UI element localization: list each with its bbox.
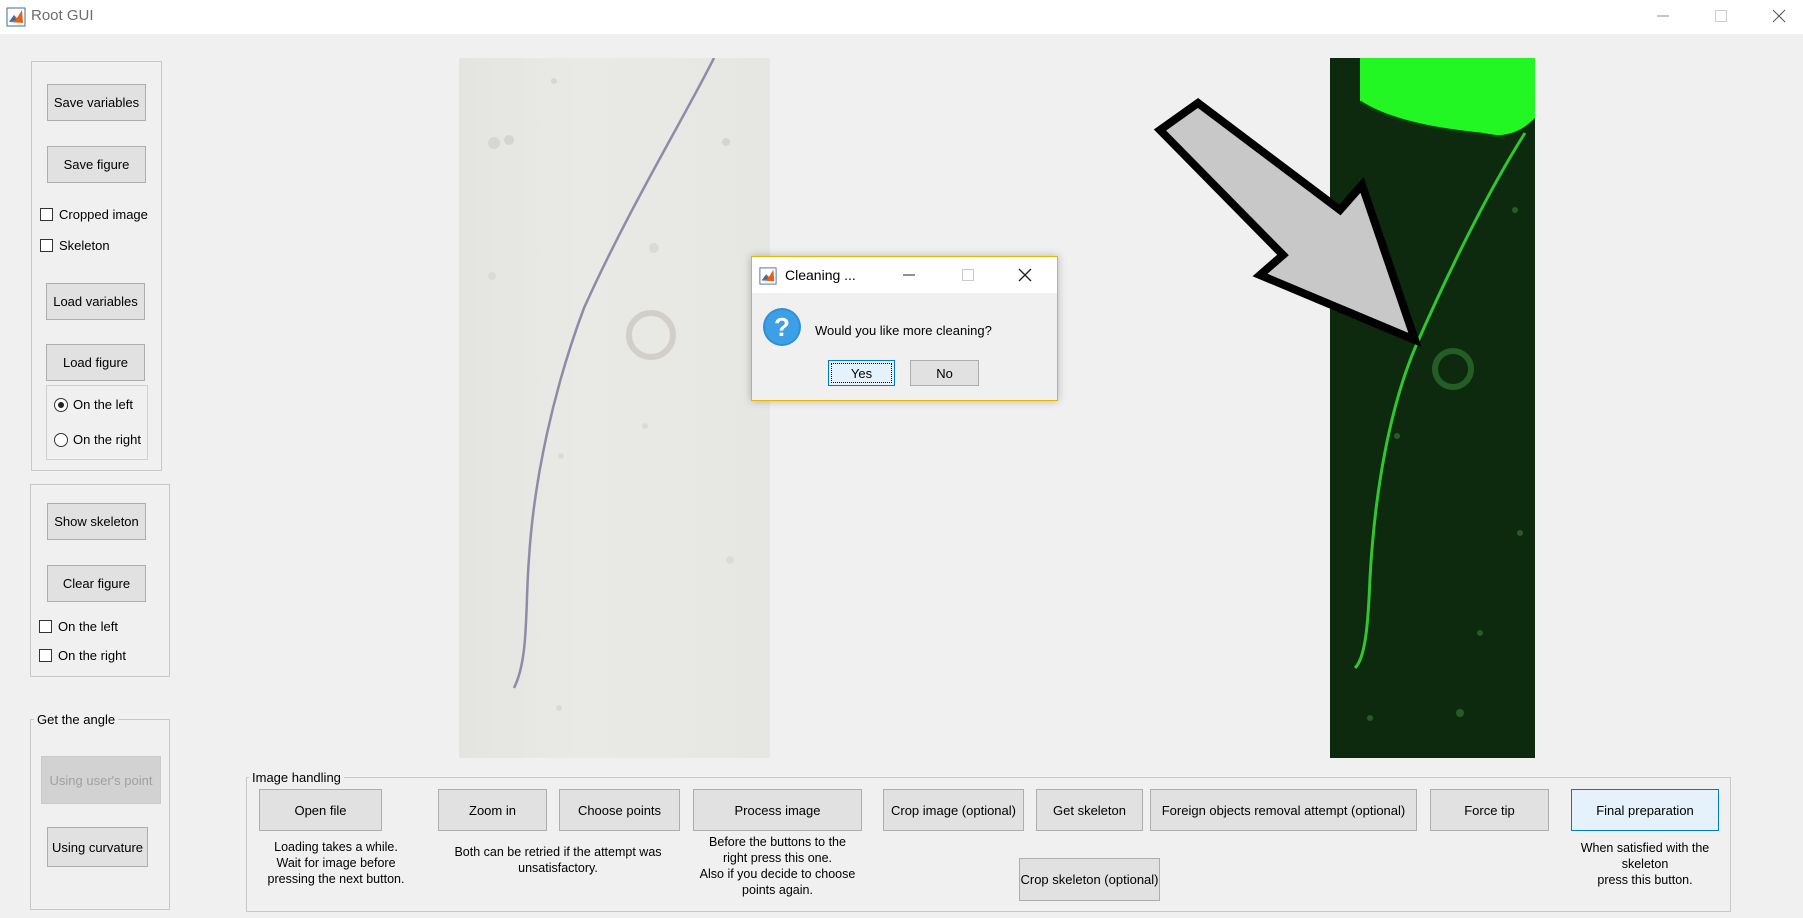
load-on-left-radio[interactable]: On the left [54,397,133,412]
title-bar: Root GUI [0,0,1803,34]
open-file-caption: Loading takes a while. Wait for image be… [267,840,405,886]
load-on-right-radio[interactable]: On the right [54,432,141,447]
checkbox-box[interactable] [39,649,52,662]
yes-button[interactable]: Yes [828,360,895,386]
svg-text:?: ? [774,312,790,342]
get-skeleton-button[interactable]: Get skeleton [1036,789,1143,831]
final-preparation-button[interactable]: Final preparation [1571,789,1719,831]
show-skeleton-button[interactable]: Show skeleton [47,503,146,540]
angle-panel [30,719,170,910]
root-photo [488,57,734,711]
load-variables-button[interactable]: Load variables [46,283,145,320]
angle-panel-title: Get the angle [34,712,119,727]
on-left-label: On the left [73,397,133,412]
maximize-button[interactable] [1692,0,1750,32]
dialog-title: Cleaning ... [785,267,856,283]
final-caption: When satisfied with the skeleton press t… [1580,841,1710,887]
matlab-icon [6,7,26,27]
skeleton-on-right-checkbox[interactable]: On the right [39,648,126,663]
on-right-label: On the right [73,432,141,447]
dialog-question: Would you like more cleaning? [815,323,992,338]
cropped-image-checkbox[interactable]: Cropped image [40,207,148,222]
left-image-axes[interactable] [459,57,770,758]
foreign-objects-removal-button[interactable]: Foreign objects removal attempt (optiona… [1150,789,1417,831]
skeleton-label: Skeleton [59,238,110,253]
maximize-icon [1715,10,1727,22]
process-image-button[interactable]: Process image [693,789,862,831]
using-users-point-button[interactable]: Using user's point [41,756,161,804]
open-file-button[interactable]: Open file [259,789,382,831]
dialog-close-button[interactable] [1014,265,1036,285]
process-caption: Before the buttons to the right press th… [699,835,856,897]
image-handling-title: Image handling [249,770,344,785]
on-left-label: On the left [58,619,118,634]
dialog-maximize-button[interactable] [957,265,979,285]
dialog-minimize-button[interactable] [898,265,920,285]
crop-skeleton-button[interactable]: Crop skeleton (optional) [1019,858,1160,901]
clear-figure-button[interactable]: Clear figure [47,565,146,602]
close-icon [1018,268,1032,282]
skeleton-on-left-checkbox[interactable]: On the left [39,619,118,634]
radio-dot[interactable] [54,397,68,412]
save-variables-button[interactable]: Save variables [47,84,146,121]
minimize-icon [903,274,915,276]
minimize-icon [1657,15,1669,17]
force-tip-button[interactable]: Force tip [1430,789,1549,831]
dialog-title-bar: Cleaning ... [752,257,1057,293]
minimize-button[interactable] [1634,0,1692,32]
arrow-annotation [1153,98,1422,348]
on-right-label: On the right [58,648,126,663]
no-button[interactable]: No [910,360,979,386]
using-curvature-button[interactable]: Using curvature [47,827,148,867]
checkbox-box[interactable] [39,620,52,633]
cropped-image-label: Cropped image [59,207,148,222]
matlab-icon [759,267,777,285]
save-figure-button[interactable]: Save figure [47,146,146,183]
maximize-icon [962,269,974,281]
close-button[interactable] [1750,0,1803,32]
close-icon [1772,9,1786,23]
zoom-in-button[interactable]: Zoom in [438,789,547,831]
checkbox-box[interactable] [40,239,53,252]
choose-points-button[interactable]: Choose points [559,789,680,831]
window-title: Root GUI [31,7,94,24]
question-icon: ? [762,307,802,347]
radio-dot[interactable] [54,432,68,447]
checkbox-box[interactable] [40,208,53,221]
crop-image-button[interactable]: Crop image (optional) [883,789,1024,831]
cleaning-dialog: Cleaning ... ? Would you like more clean… [751,256,1058,401]
skeleton-checkbox[interactable]: Skeleton [40,238,110,253]
load-figure-button[interactable]: Load figure [46,344,145,381]
retry-caption: Both can be retried if the attempt was u… [454,845,662,875]
